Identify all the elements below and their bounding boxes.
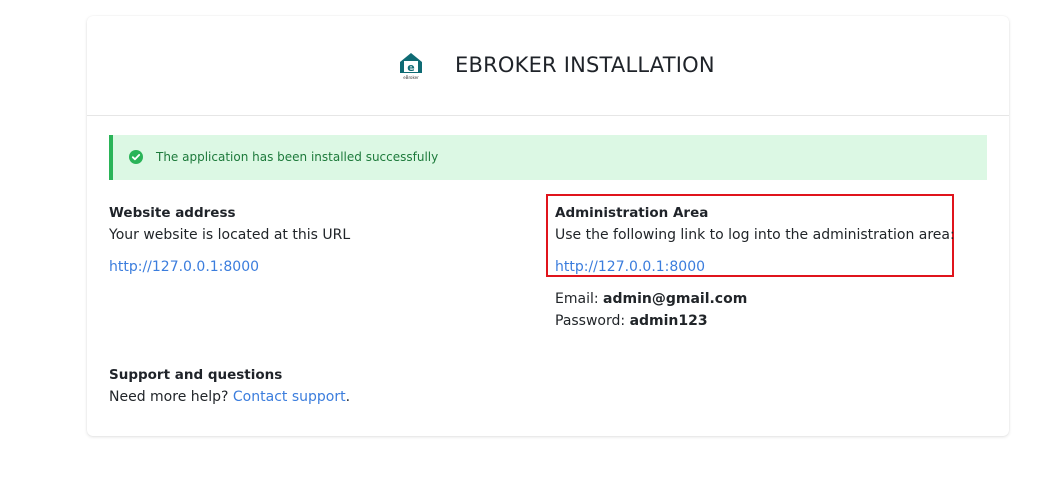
support-suffix: . <box>345 389 351 405</box>
support-line: Need more help? Contact support. <box>109 388 350 406</box>
contact-support-link[interactable]: Contact support <box>233 389 346 405</box>
admin-heading: Administration Area <box>555 205 709 221</box>
ebroker-house-logo-icon: e eBroker <box>400 53 422 80</box>
alert-message: The application has been installed succe… <box>156 150 439 164</box>
admin-email-line: Email: admin@gmail.com <box>555 290 747 308</box>
success-alert: The application has been installed succe… <box>109 135 987 180</box>
email-value: admin@gmail.com <box>603 291 748 307</box>
password-label: Password: <box>555 313 626 329</box>
card-header: e eBroker EBROKER INSTALLATION <box>87 16 1009 116</box>
admin-url-link[interactable]: http://127.0.0.1:8000 <box>555 258 705 276</box>
website-description: Your website is located at this URL <box>109 227 351 243</box>
admin-password-line: Password: admin123 <box>555 312 708 330</box>
installation-card: e eBroker EBROKER INSTALLATION The appli… <box>87 16 1009 436</box>
check-circle-icon <box>129 150 143 164</box>
admin-description: Use the following link to log into the a… <box>555 227 955 243</box>
svg-text:eBroker: eBroker <box>403 75 419 80</box>
password-value: admin123 <box>629 313 708 329</box>
email-label: Email: <box>555 291 599 307</box>
support-prefix: Need more help? <box>109 389 229 405</box>
svg-text:e: e <box>407 61 414 74</box>
page-title: EBROKER INSTALLATION <box>455 53 715 77</box>
website-heading: Website address <box>109 205 236 221</box>
support-heading: Support and questions <box>109 367 283 383</box>
website-url-link[interactable]: http://127.0.0.1:8000 <box>109 258 259 276</box>
